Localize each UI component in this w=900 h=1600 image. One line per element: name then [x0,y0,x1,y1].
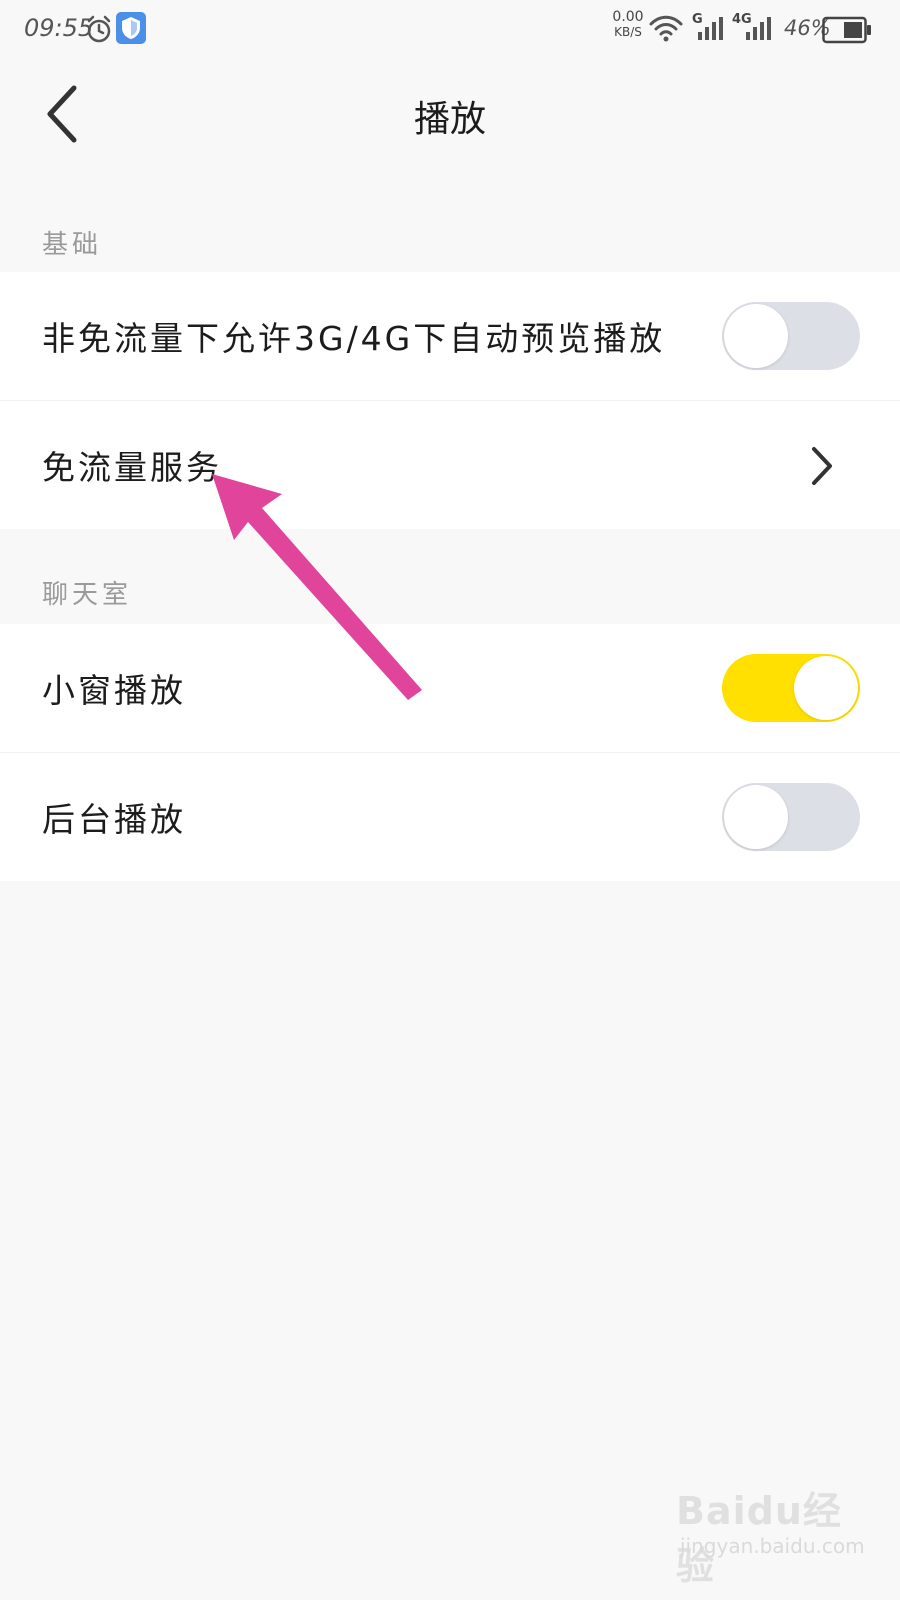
network-speed-value: 0.00 [612,9,644,25]
auto-preview-toggle[interactable] [722,302,860,370]
settings-group-chatroom: 小窗播放 后台播放 [0,624,900,881]
toggle-knob [794,656,858,720]
toggle-knob [724,304,788,368]
background-play-toggle[interactable] [722,783,860,851]
setting-row-auto-preview: 非免流量下允许3G/4G下自动预览播放 [0,272,900,401]
watermark: Baidu经验 jingyan.baidu.com [676,1470,866,1588]
setting-row-mini-window: 小窗播放 [0,624,900,753]
toggle-knob [724,785,788,849]
setting-label: 后台播放 [42,800,186,839]
setting-row-free-data-service[interactable]: 免流量服务 [0,401,900,529]
alarm-icon [87,15,111,43]
watermark-site: jingyan.baidu.com [680,1534,865,1558]
nav-bar: 播放 [0,60,900,170]
network-speed: 0.00 KB/S [610,10,646,40]
signal-icon [746,17,771,40]
network-speed-unit: KB/S [614,25,642,39]
settings-group-basic: 非免流量下允许3G/4G下自动预览播放 免流量服务 [0,272,900,529]
section-header-chatroom: 聊天室 [42,580,133,610]
setting-row-background-play: 后台播放 [0,753,900,881]
signal-icon [698,17,723,40]
status-time: 09:55 [24,14,94,42]
setting-label: 小窗播放 [42,671,186,710]
mini-window-toggle[interactable] [722,654,860,722]
shield-icon [116,12,146,44]
wifi-icon [649,15,683,42]
setting-label: 免流量服务 [42,448,222,487]
section-header-basic: 基础 [42,230,103,260]
status-bar: 09:55 0.00 KB/S G 4G 46% [0,0,900,60]
page-title: 播放 [413,99,486,140]
chevron-right-icon [812,447,832,485]
battery-icon [822,16,871,44]
setting-label: 非免流量下允许3G/4G下自动预览播放 [42,319,666,358]
